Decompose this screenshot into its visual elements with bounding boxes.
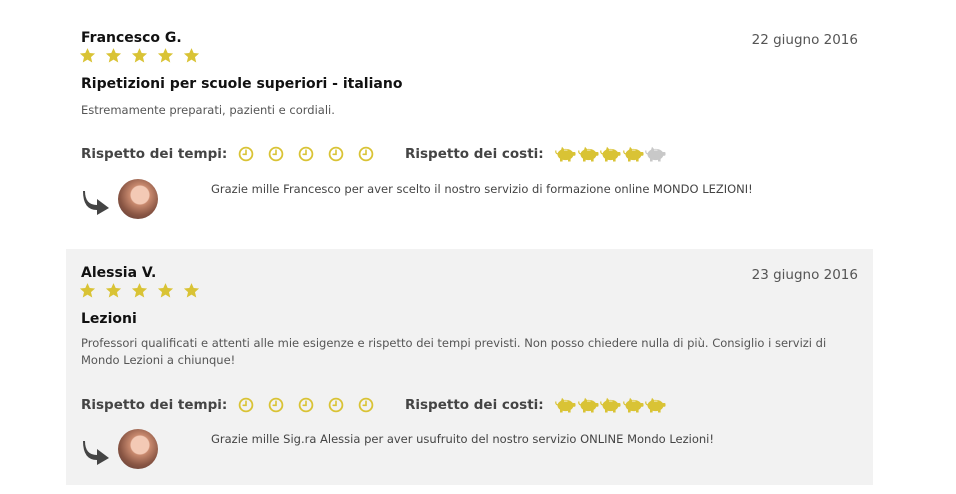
review-comment: Professori qualificati e attenti alle mi… (81, 336, 827, 367)
clock-icon (358, 396, 388, 414)
cost-rating: Rispetto dei costi: (405, 396, 667, 414)
cost-rating-icons (554, 145, 667, 163)
star-icon (183, 282, 209, 300)
reply-arrow-icon (83, 441, 109, 465)
cost-rating-label: Rispetto dei costi: (405, 397, 544, 413)
clock-icon (268, 145, 298, 163)
piggy-bank-icon (599, 396, 622, 414)
star-icon (157, 282, 183, 300)
review-author: Alessia V. (81, 265, 157, 281)
cost-rating-icons (554, 396, 667, 414)
piggy-bank-icon (554, 145, 577, 163)
piggy-bank-icon (644, 145, 667, 163)
star-icon (79, 282, 105, 300)
review-date: 23 giugno 2016 (751, 267, 858, 283)
reply-text: Grazie mille Sig.ra Alessia per aver usu… (211, 432, 714, 446)
time-rating-label: Rispetto dei tempi: (81, 146, 228, 162)
star-icon (79, 47, 105, 65)
review-date: 22 giugno 2016 (751, 32, 858, 48)
clock-icon (328, 396, 358, 414)
review-title: Lezioni (81, 311, 137, 327)
cost-rating-label: Rispetto dei costi: (405, 146, 544, 162)
review-card: Alessia V. 23 giugno 2016 Lezioni Profes… (66, 249, 873, 485)
piggy-bank-icon (622, 396, 645, 414)
review-author: Francesco G. (81, 30, 182, 46)
review-title: Ripetizioni per scuole superiori - itali… (81, 76, 403, 92)
clock-icon (358, 145, 388, 163)
piggy-bank-icon (554, 396, 577, 414)
cost-rating: Rispetto dei costi: (405, 145, 667, 163)
clock-icon (238, 145, 268, 163)
star-rating (79, 47, 209, 65)
avatar (118, 179, 158, 219)
star-icon (131, 282, 157, 300)
clock-icon (298, 145, 328, 163)
clock-icon (328, 145, 358, 163)
star-icon (105, 47, 131, 65)
star-icon (131, 47, 157, 65)
time-rating: Rispetto dei tempi: (81, 145, 388, 163)
piggy-bank-icon (644, 396, 667, 414)
piggy-bank-icon (599, 145, 622, 163)
reply-arrow-icon (83, 191, 109, 215)
star-icon (183, 47, 209, 65)
review-card: Francesco G. 22 giugno 2016 Ripetizioni … (66, 14, 873, 236)
piggy-bank-icon (577, 145, 600, 163)
time-rating: Rispetto dei tempi: (81, 396, 388, 414)
clock-icon (268, 396, 298, 414)
clock-icon (298, 396, 328, 414)
star-rating (79, 282, 209, 300)
avatar (118, 429, 158, 469)
reply-text: Grazie mille Francesco per aver scelto i… (211, 182, 753, 196)
piggy-bank-icon (622, 145, 645, 163)
star-icon (157, 47, 183, 65)
piggy-bank-icon (577, 396, 600, 414)
clock-icon (238, 396, 268, 414)
time-rating-icons (238, 396, 388, 414)
review-comment: Estremamente preparati, pazienti e cordi… (81, 103, 335, 117)
time-rating-label: Rispetto dei tempi: (81, 397, 228, 413)
star-icon (105, 282, 131, 300)
time-rating-icons (238, 145, 388, 163)
